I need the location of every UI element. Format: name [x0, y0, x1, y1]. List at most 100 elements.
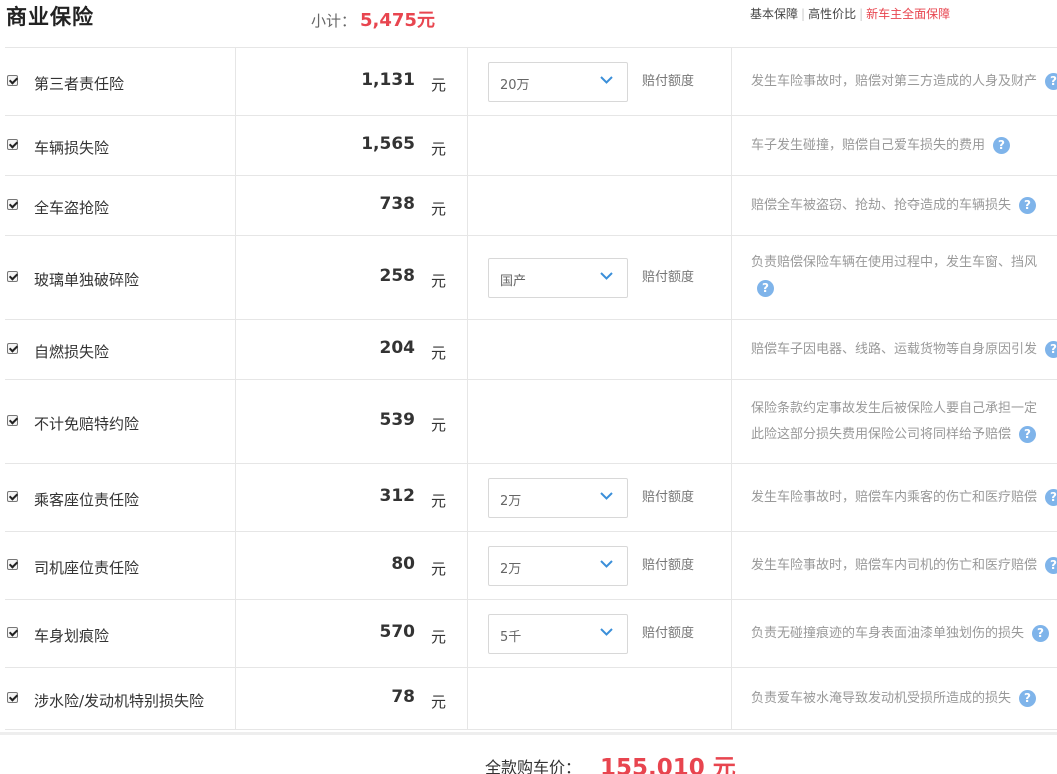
coverage-select-value: 2万: [500, 562, 522, 577]
chevron-down-icon: [600, 76, 613, 84]
checkbox-checked-icon[interactable]: [7, 627, 18, 638]
price-unit: 元: [431, 560, 447, 578]
coverage-amount-label: 赔付额度: [642, 490, 695, 505]
insurance-row: 全车盗抢险 738 元 赔偿全车被盗窃、抢劫、抢夺造成的车辆损失?: [5, 176, 1057, 236]
coverage-select-value: 2万: [500, 494, 522, 509]
price-unit: 元: [431, 492, 447, 510]
insurance-row: 第三者责任险 1,131 元 20万 赔付额度 发生车险事故时，赔偿对第三方造成的人身…: [5, 48, 1057, 116]
insurance-row: 自燃损失险 204 元 赔偿车子因电器、线路、运载货物等自身原因引发?: [5, 320, 1057, 380]
help-line: ?: [751, 276, 1057, 302]
question-mark-icon[interactable]: ?: [1045, 489, 1057, 506]
question-mark-icon[interactable]: ?: [1019, 426, 1037, 443]
insurance-description: 车子发生碰撞，赔偿自己爱车损失的费用?: [751, 133, 1057, 159]
plan-link-basic[interactable]: 基本保障: [750, 7, 798, 21]
insurance-name: 全车盗抢险: [34, 199, 110, 217]
price-unit: 元: [431, 76, 447, 94]
chevron-down-icon: [600, 560, 613, 568]
insurance-description: 发生车险事故时，赔偿车内司机的伤亡和医疗赔偿?: [751, 553, 1057, 579]
insurance-name: 乘客座位责任险: [34, 491, 140, 509]
coverage-select-value: 20万: [500, 78, 530, 93]
coverage-select-value: 国产: [500, 274, 527, 289]
subtotal-label: 小计：: [311, 12, 357, 30]
insurance-price: 570: [379, 622, 416, 642]
insurance-description: 发生车险事故时，赔偿车内乘客的伤亡和医疗赔偿?: [751, 485, 1057, 511]
price-unit: 元: [431, 344, 447, 362]
question-mark-icon[interactable]: ?: [1032, 625, 1050, 642]
insurance-description-line: 保险条款约定事故发生后被保险人要自己承担一定: [751, 401, 1038, 416]
footer: 全款购车价： 155,010 元: [0, 732, 1057, 774]
link-separator: |: [801, 7, 806, 21]
insurance-name: 玻璃单独破碎险: [34, 271, 140, 289]
checkbox-checked-icon[interactable]: [7, 491, 18, 502]
insurance-description-line: 发生车险事故时，赔偿车内乘客的伤亡和医疗赔偿?: [751, 485, 1057, 511]
coverage-select-value: 5千: [500, 630, 522, 645]
coverage-amount-label: 赔付额度: [642, 558, 695, 573]
insurance-row: 车辆损失险 1,565 元 车子发生碰撞，赔偿自己爱车损失的费用?: [5, 116, 1057, 176]
checkbox-checked-icon[interactable]: [7, 692, 18, 703]
price-unit: 元: [431, 416, 447, 434]
insurance-price: 204: [379, 338, 416, 358]
insurance-row: 不计免赔特约险 539 元 保险条款约定事故发生后被保险人要自己承担一定 此险这部分损失…: [5, 380, 1057, 464]
price-unit: 元: [431, 628, 447, 646]
coverage-select[interactable]: 2万: [488, 546, 628, 586]
insurance-description: 保险条款约定事故发生后被保险人要自己承担一定 此险这部分损失费用保险公司将同样给予…: [751, 396, 1057, 448]
question-mark-icon[interactable]: ?: [1019, 690, 1037, 707]
question-mark-icon[interactable]: ?: [1019, 197, 1037, 214]
insurance-description-line: 车子发生碰撞，赔偿自己爱车损失的费用?: [751, 133, 1057, 159]
insurance-name: 不计免赔特约险: [34, 415, 140, 433]
insurance-description: 负责爱车被水淹导致发动机受损所造成的损失?: [751, 686, 1057, 712]
insurance-price: 1,565: [361, 134, 415, 154]
subtotal-value: 5,475元: [360, 10, 435, 31]
insurance-description-line: 发生车险事故时，赔偿对第三方造成的人身及财产?: [751, 69, 1057, 95]
insurance-description-line: 负责无碰撞痕迹的车身表面油漆单独划伤的损失?: [751, 621, 1057, 647]
plan-links: 基本保障 | 高性价比 | 新车主全面保障: [750, 5, 950, 22]
checkbox-checked-icon[interactable]: [7, 139, 18, 150]
insurance-name: 司机座位责任险: [34, 559, 140, 577]
insurance-name: 车辆损失险: [34, 139, 110, 157]
insurance-description-line: 发生车险事故时，赔偿车内司机的伤亡和医疗赔偿?: [751, 553, 1057, 579]
checkbox-checked-icon[interactable]: [7, 415, 18, 426]
checkbox-checked-icon[interactable]: [7, 343, 18, 354]
chevron-down-icon: [600, 492, 613, 500]
insurance-price: 80: [391, 554, 415, 574]
question-mark-icon[interactable]: ?: [1045, 73, 1057, 90]
price-unit: 元: [431, 693, 447, 711]
price-unit: 元: [431, 272, 447, 290]
plan-link-full[interactable]: 新车主全面保障: [866, 7, 950, 21]
header: 商业保险 小计： 5,475元 基本保障 | 高性价比 | 新车主全面保障: [0, 0, 1057, 40]
question-mark-icon[interactable]: ?: [757, 280, 774, 297]
checkbox-checked-icon[interactable]: [7, 199, 18, 210]
question-mark-icon[interactable]: ?: [1045, 341, 1057, 358]
link-separator: |: [859, 7, 864, 21]
insurance-description: 发生车险事故时，赔偿对第三方造成的人身及财产?: [751, 69, 1057, 95]
insurance-row: 涉水险/发动机特别损失险 78 元 负责爱车被水淹导致发动机受损所造成的损失?: [5, 668, 1057, 730]
insurance-description-line: 负责赔偿保险车辆在使用过程中，发生车窗、挡风: [751, 255, 1038, 270]
insurance-price: 539: [379, 410, 416, 430]
checkbox-checked-icon[interactable]: [7, 559, 18, 570]
price-unit: 元: [431, 200, 447, 218]
insurance-name: 自燃损失险: [34, 343, 110, 361]
chevron-down-icon: [600, 628, 613, 636]
coverage-amount-label: 赔付额度: [642, 74, 695, 89]
coverage-select[interactable]: 2万: [488, 478, 628, 518]
price-unit: 元: [431, 140, 447, 158]
insurance-description: 负责赔偿保险车辆在使用过程中，发生车窗、挡风?: [751, 250, 1057, 302]
question-mark-icon[interactable]: ?: [993, 137, 1011, 154]
insurance-name: 涉水险/发动机特别损失险: [34, 692, 205, 710]
insurance-row: 玻璃单独破碎险 258 元 国产 赔付额度 负责赔偿保险车辆在使用过程中，发生车窗、挡…: [5, 236, 1057, 320]
checkbox-checked-icon[interactable]: [7, 271, 18, 282]
coverage-select[interactable]: 20万: [488, 62, 628, 102]
coverage-select[interactable]: 5千: [488, 614, 628, 654]
coverage-amount-label: 赔付额度: [642, 270, 695, 285]
insurance-name: 车身划痕险: [34, 627, 110, 645]
insurance-price: 738: [379, 194, 416, 214]
coverage-select[interactable]: 国产: [488, 258, 628, 298]
question-mark-icon[interactable]: ?: [1045, 557, 1057, 574]
insurance-row: 乘客座位责任险 312 元 2万 赔付额度 发生车险事故时，赔偿车内乘客的伤亡和医疗赔…: [5, 464, 1057, 532]
insurance-description: 赔偿车子因电器、线路、运载货物等自身原因引发?: [751, 337, 1057, 363]
insurance-table: 第三者责任险 1,131 元 20万 赔付额度 发生车险事故时，赔偿对第三方造成的人身…: [5, 47, 1057, 730]
checkbox-checked-icon[interactable]: [7, 75, 18, 86]
plan-link-value[interactable]: 高性价比: [808, 7, 856, 21]
page-title: 商业保险: [6, 5, 94, 29]
insurance-description-line: 赔偿全车被盗窃、抢劫、抢夺造成的车辆损失?: [751, 193, 1057, 219]
